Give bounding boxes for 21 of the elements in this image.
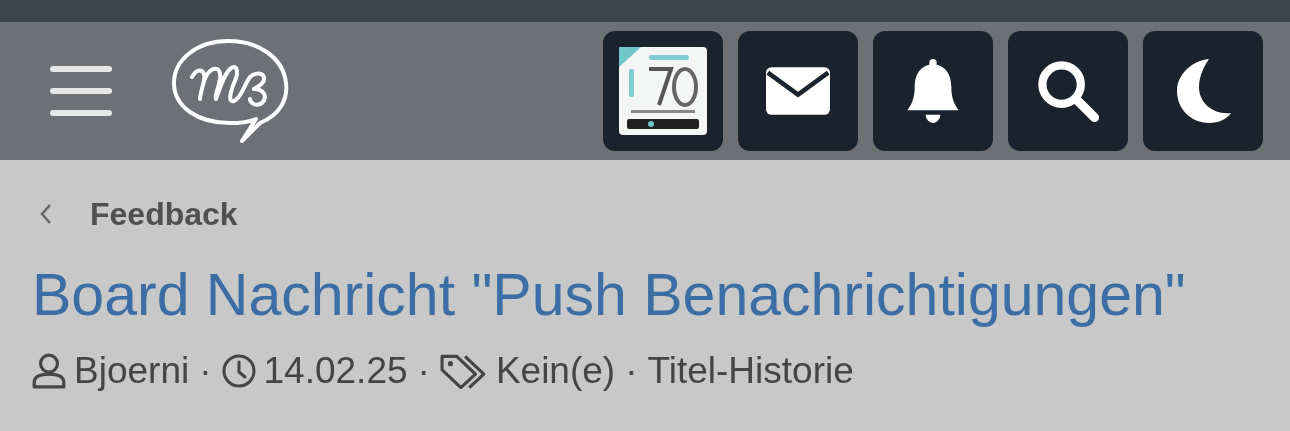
separator-dot: · xyxy=(417,349,430,393)
banner-button[interactable] xyxy=(603,31,723,151)
clock-icon xyxy=(221,353,256,389)
date-link[interactable]: 14.02.25 xyxy=(263,349,408,393)
title-history-link[interactable]: Titel-Historie xyxy=(647,349,854,393)
separator-dot: · xyxy=(199,349,212,393)
tags-icon xyxy=(439,353,488,389)
menu-icon[interactable] xyxy=(50,66,112,116)
author-link[interactable]: Bjoerni xyxy=(74,349,190,393)
tags-text: Kein(e) xyxy=(495,349,616,393)
theme-button[interactable] xyxy=(1143,31,1263,151)
separator-dot: · xyxy=(625,349,638,393)
notifications-button[interactable] xyxy=(873,31,993,151)
mail-button[interactable] xyxy=(738,31,858,151)
search-icon xyxy=(1036,59,1100,123)
search-button[interactable] xyxy=(1008,31,1128,151)
thread-title: Board Nachricht "Push Benachrichtigungen" xyxy=(32,261,1187,330)
user-icon xyxy=(32,353,66,389)
back-chevron-icon[interactable] xyxy=(40,203,52,225)
logo-icon[interactable] xyxy=(170,37,290,145)
breadcrumb-link[interactable]: Feedback xyxy=(90,195,238,233)
